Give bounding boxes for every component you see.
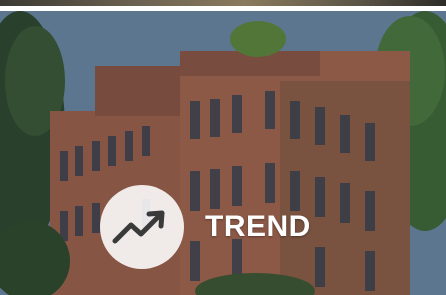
trend-label[interactable]: TREND (205, 210, 311, 244)
trending-up-icon (112, 210, 165, 244)
image-overlay (0, 11, 446, 295)
previous-image-strip (0, 0, 446, 6)
trend-banner-image[interactable] (0, 11, 446, 295)
trend-badge (100, 185, 184, 269)
